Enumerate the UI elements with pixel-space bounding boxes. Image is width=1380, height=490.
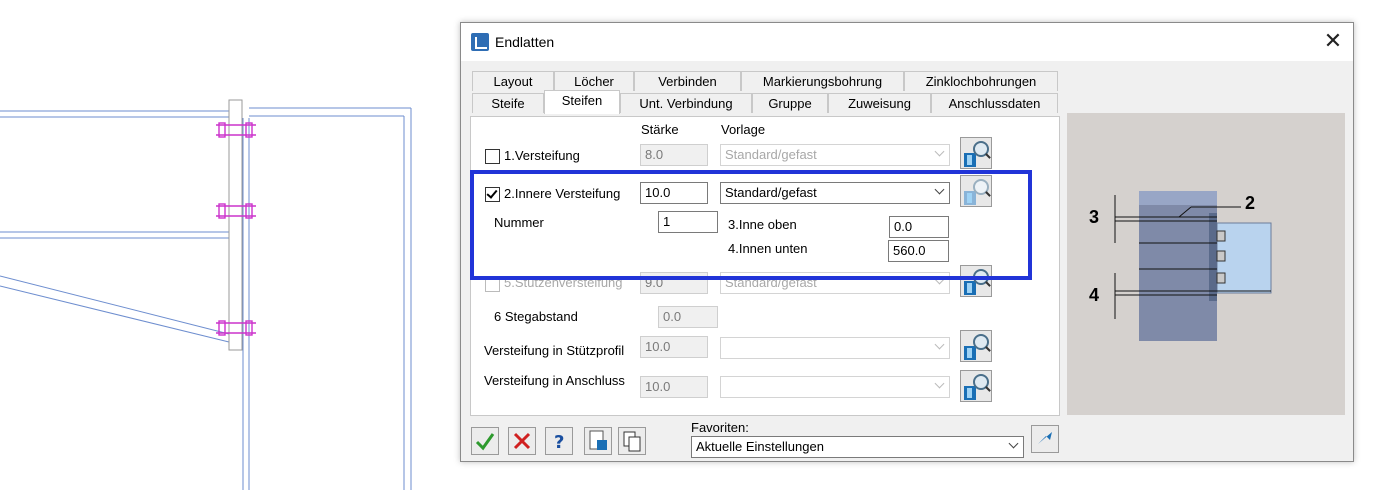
svg-text:?: ? [554,432,564,453]
input-nummer[interactable]: 1 [658,211,718,233]
select-vorlage-anschluss[interactable] [720,376,950,398]
preview-drawing [1114,191,1272,341]
chevron-down-icon [934,146,945,157]
endlatten-dialog: Endlatten ✕ Layout Löcher Verbinden Mark… [460,22,1354,462]
title-bar: Endlatten ✕ [461,23,1353,61]
input-stegabstand[interactable]: 0.0 [658,306,718,328]
input-innen-unten[interactable]: 560.0 [888,240,949,262]
help-icon: ? [554,432,564,453]
preview-label-2: 2 [1245,193,1256,213]
help-button[interactable]: ? [545,427,573,455]
cancel-icon [513,432,531,450]
select-vorlage-1[interactable]: Standard/gefast [720,144,950,166]
library-browse-button-stuetzprofil[interactable] [960,330,992,362]
select-vorlage-stuetzprofil[interactable] [720,337,950,359]
preview-label-4: 4 [1089,285,1100,305]
tab-markierungsbohrung[interactable]: Markierungsbohrung [741,71,904,91]
tab-layout[interactable]: Layout [472,71,554,91]
checkbox-stuetzenversteifung[interactable] [485,277,500,292]
library-browse-button-anschluss[interactable] [960,370,992,402]
preview-label-3: 3 [1089,207,1100,227]
input-staerke-stuetzprofil[interactable]: 10.0 [640,336,708,358]
dialog-title: Endlatten [495,34,555,50]
copy-button[interactable] [618,427,646,455]
tab-panel-steifen: Stärke Vorlage 1.Versteifung 8.0 Standar… [470,116,1060,416]
library-page-icon [964,281,976,295]
header-staerke: Stärke [641,122,679,137]
library-page-icon [964,386,976,400]
input-staerke-anschluss[interactable]: 10.0 [640,376,708,398]
chevron-down-icon [934,339,945,350]
tab-gruppe[interactable]: Gruppe [752,93,828,113]
cad-drawing-canvas[interactable] [0,0,460,490]
tab-zuweisung[interactable]: Zuweisung [828,93,931,113]
tab-steifen[interactable]: Steifen [544,90,620,114]
label-innere-versteifung: 2.Innere Versteifung [504,186,621,201]
close-icon[interactable]: ✕ [1321,29,1345,53]
save-icon [589,430,607,450]
tab-unt-verbindung[interactable]: Unt. Verbindung [620,93,752,113]
ok-icon [475,433,495,451]
chevron-down-icon [934,274,945,285]
favoriten-select[interactable]: Aktuelle Einstellungen [691,436,1024,458]
tab-zinklochbohrungen[interactable]: Zinklochbohrungen [904,71,1058,91]
favoriten-select-value: Aktuelle Einstellungen [696,439,824,454]
favorites-load-button[interactable] [1031,425,1059,453]
tab-steife[interactable]: Steife [472,93,544,113]
app-icon [471,33,489,51]
library-page-icon [964,346,976,360]
label-stuetzenversteifung: 5.Stützenversteifung [504,275,623,290]
copy-icon [623,431,641,452]
ok-button[interactable] [471,427,499,455]
cancel-button[interactable] [508,427,536,455]
library-page-icon [964,153,976,167]
library-page-icon [964,191,976,205]
input-staerke-1[interactable]: 8.0 [640,144,708,166]
input-staerke-2[interactable]: 10.0 [640,182,708,204]
pin-icon [1038,432,1052,444]
chevron-down-icon [934,378,945,389]
label-nummer: Nummer [494,215,544,230]
library-browse-button-1[interactable] [960,137,992,169]
label-innen-unten: 4.Innen unten [728,241,808,256]
tab-anschlussdaten[interactable]: Anschlussdaten [931,93,1058,113]
chevron-down-icon [934,184,945,195]
select-vorlage-5-value: Standard/gefast [725,275,817,290]
header-vorlage: Vorlage [721,122,766,137]
favoriten-label: Favoriten: [691,420,749,435]
label-versteifung-stuetzprofil: Versteifung in Stützprofil [484,343,625,358]
tab-verbinden[interactable]: Verbinden [634,71,741,91]
library-browse-button-5[interactable] [960,265,992,297]
label-versteifung-1: 1.Versteifung [504,148,580,163]
input-inne-oben[interactable]: 0.0 [889,216,949,238]
label-stegabstand: 6 Stegabstand [494,309,578,324]
input-staerke-5[interactable]: 9.0 [640,272,708,294]
checkbox-versteifung-1[interactable] [485,149,500,164]
select-vorlage-5[interactable]: Standard/gefast [720,272,950,294]
preview-image: 2 3 4 [1067,113,1345,415]
select-vorlage-2[interactable]: Standard/gefast [720,182,950,204]
checkbox-innere-versteifung[interactable] [485,187,500,202]
save-settings-button[interactable] [584,427,612,455]
select-vorlage-1-value: Standard/gefast [725,147,817,162]
library-browse-button-2[interactable] [960,175,992,207]
tab-loecher[interactable]: Löcher [554,71,634,91]
chevron-down-icon [1008,438,1019,449]
select-vorlage-2-value: Standard/gefast [725,185,817,200]
label-versteifung-anschluss: Versteifung in Anschluss [484,373,625,388]
label-inne-oben: 3.Inne oben [728,217,797,232]
